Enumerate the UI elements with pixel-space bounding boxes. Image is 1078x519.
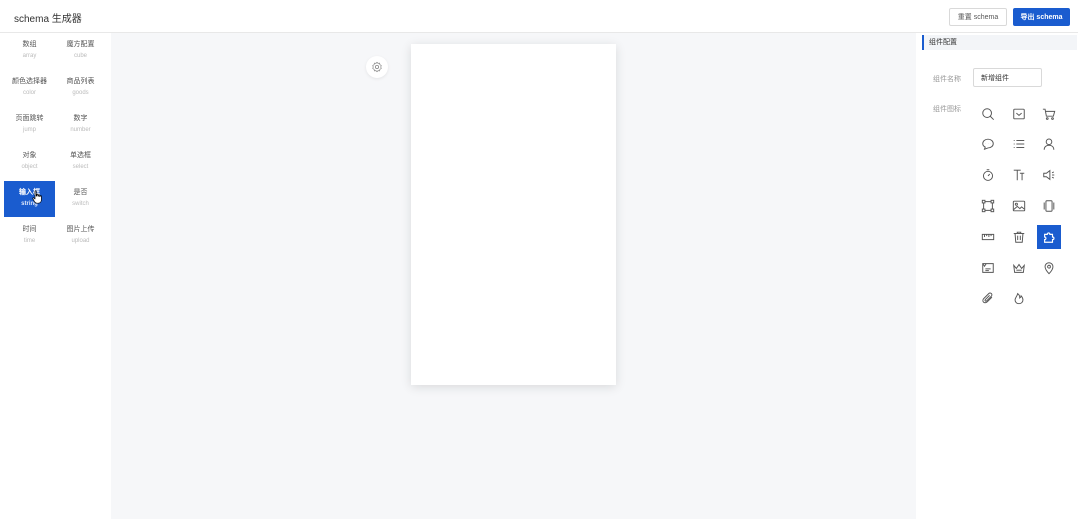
component-item-select[interactable]: 单选框 select (55, 144, 106, 180)
icon-option[interactable] (1007, 286, 1031, 310)
component-item-label: 商品列表 (66, 78, 95, 85)
user-icon (1043, 138, 1055, 150)
component-item-upload[interactable]: 图片上传 upload (55, 218, 106, 254)
component-item-label: 颜色选择器 (12, 78, 47, 85)
header: schema 生成器 重置 schema 导出 schema (0, 0, 1078, 33)
fire-icon (1014, 292, 1024, 305)
panel-title: 组件配置 (922, 35, 1077, 50)
icon-option[interactable] (1037, 102, 1061, 126)
component-name-label: 组件名称 (933, 76, 961, 83)
component-item-type: cube (73, 53, 87, 59)
icon-option[interactable] (1037, 163, 1061, 187)
ruler-icon (981, 233, 995, 241)
component-name-input[interactable] (973, 68, 1042, 87)
component-item-label: 魔方配置 (66, 41, 95, 48)
icon-option[interactable] (1007, 194, 1031, 218)
component-item-type: goods (72, 90, 89, 96)
component-item-label: 输入框 (19, 189, 40, 196)
icon-option[interactable] (976, 102, 1000, 126)
crop-icon (981, 199, 995, 213)
component-item-label: 时间 (22, 226, 37, 233)
app: schema 生成器 重置 schema 导出 schema 数组 array … (0, 0, 1078, 519)
icon-option[interactable] (1037, 256, 1061, 280)
component-item-label: 数字 (73, 115, 88, 122)
hand-cursor-icon (32, 190, 42, 204)
component-item-object[interactable]: 对象 object (4, 144, 55, 180)
location-icon (1044, 262, 1054, 275)
component-item-array[interactable]: 数组 array (4, 33, 55, 69)
component-item-type: switch (72, 201, 89, 207)
image-icon (1012, 200, 1026, 212)
icon-option[interactable] (976, 163, 1000, 187)
icon-option[interactable] (1007, 163, 1031, 187)
component-item-type: string (21, 201, 38, 207)
icon-option[interactable] (976, 286, 1000, 310)
chat-icon (982, 138, 994, 151)
icon-option[interactable] (976, 194, 1000, 218)
carousel-icon (1043, 200, 1055, 212)
reset-schema-button[interactable]: 重置 schema (949, 8, 1007, 26)
page-settings-button[interactable] (366, 56, 388, 78)
icon-option[interactable] (976, 225, 1000, 249)
icon-option[interactable] (976, 256, 1000, 280)
component-item-time[interactable]: 时间 time (4, 218, 55, 254)
icon-option[interactable] (1007, 102, 1031, 126)
component-item-type: color (22, 90, 36, 96)
icon-option[interactable] (1037, 132, 1061, 156)
component-item-type: number (70, 127, 91, 133)
search-icon (982, 108, 995, 121)
component-item-switch[interactable]: 是否 switch (55, 181, 106, 217)
component-sidebar: 数组 array 魔方配置 cube 颜色选择器 color 商品列表 good… (0, 33, 111, 519)
mail-icon (1013, 108, 1025, 120)
icon-option[interactable] (1037, 194, 1061, 218)
speaker-icon (1043, 169, 1055, 181)
shop-icon (982, 263, 994, 273)
crown-icon (1013, 263, 1025, 273)
component-item-label: 单选框 (70, 152, 91, 159)
delete-icon (1013, 231, 1025, 243)
component-item-label: 是否 (73, 189, 88, 196)
component-item-label: 图片上传 (66, 226, 95, 233)
text-icon (1013, 169, 1025, 181)
component-item-label: 数组 (22, 41, 37, 48)
app-title: schema 生成器 (14, 14, 82, 25)
icon-option[interactable] (1007, 225, 1031, 249)
component-item-type: jump (22, 127, 36, 133)
icon-option-selected[interactable] (1037, 225, 1061, 249)
component-item-label: 页面跳转 (15, 115, 44, 122)
component-item-type: time (23, 238, 36, 244)
icon-option[interactable] (1007, 132, 1031, 156)
component-item-type: upload (71, 238, 90, 244)
component-item-color[interactable]: 颜色选择器 color (4, 70, 55, 106)
list-icon (1013, 140, 1025, 148)
component-item-jump[interactable]: 页面跳转 jump (4, 107, 55, 143)
component-item-type: object (21, 164, 38, 170)
icon-option[interactable] (976, 132, 1000, 156)
cart-icon (1042, 108, 1056, 120)
component-item-goods[interactable]: 商品列表 goods (55, 70, 106, 106)
component-item-number[interactable]: 数字 number (55, 107, 106, 143)
component-item-label: 对象 (22, 152, 37, 159)
phone-preview[interactable] (411, 44, 616, 385)
export-schema-button[interactable]: 导出 schema (1013, 8, 1070, 26)
component-item-cube[interactable]: 魔方配置 cube (55, 33, 106, 69)
puzzle-icon (1044, 232, 1055, 243)
component-item-string[interactable]: 输入框 string (4, 181, 55, 217)
attachment-icon (982, 292, 993, 304)
component-item-type: select (72, 164, 89, 170)
component-item-type: array (22, 53, 37, 59)
timer-icon (982, 169, 994, 181)
icon-option[interactable] (1007, 256, 1031, 280)
gear-icon (372, 61, 382, 73)
component-icon-label: 组件图标 (933, 106, 961, 113)
